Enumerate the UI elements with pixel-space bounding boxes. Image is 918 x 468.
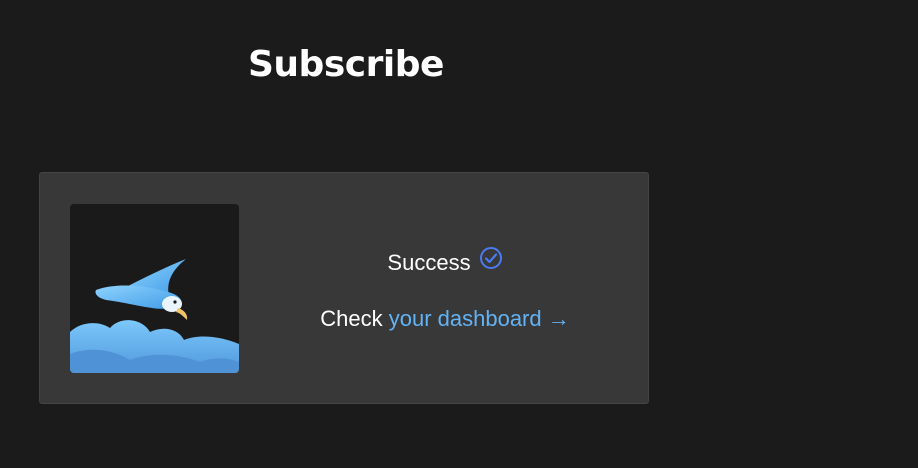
subscription-status-card: Success Check your dashboard → <box>39 172 649 404</box>
success-message: Success <box>240 246 650 278</box>
check-prefix-text: Check <box>320 306 383 331</box>
bird-clouds-logo <box>70 204 239 373</box>
page-title: Subscribe <box>248 44 444 85</box>
success-text: Success <box>387 250 471 275</box>
dashboard-message: Check your dashboard → <box>240 304 650 334</box>
dashboard-link[interactable]: your dashboard → <box>389 306 570 331</box>
check-circle-icon <box>479 246 503 278</box>
